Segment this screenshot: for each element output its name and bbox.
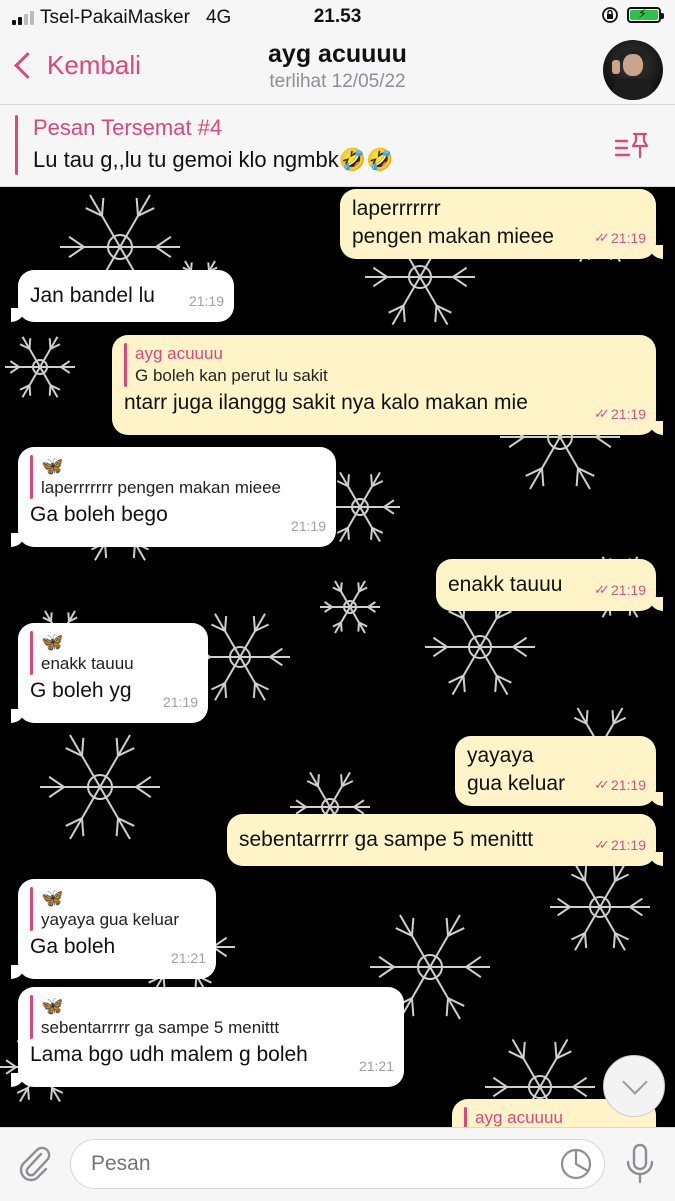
message-text: sebentarrrrr ga sampe 5 menittt bbox=[239, 828, 534, 851]
double-check-icon: ✓✓ bbox=[594, 230, 610, 245]
message-incoming[interactable]: 🦋 enakk tauuu G boleh yg 21:19 bbox=[11, 623, 208, 723]
chat-title-block[interactable]: ayg acuuuu terlihat 12/05/22 bbox=[0, 40, 675, 93]
message-time: 21:19 bbox=[162, 694, 198, 710]
message-outgoing[interactable]: laperrrrrrr pengen makan mieee ✓✓ 21:19 bbox=[340, 189, 663, 259]
double-check-icon: ✓✓ bbox=[594, 406, 610, 421]
pinned-text: Lu tau g,,lu tu gemoi klo ngmbk🤣🤣 bbox=[33, 147, 394, 172]
battery-icon: ⚡ bbox=[627, 6, 664, 23]
clock: 21.53 bbox=[313, 6, 362, 27]
pinned-message[interactable]: Pesan Tersemat #4 Lu tau g,,lu tu gemoi … bbox=[0, 105, 675, 187]
reply-text: laperrrrrrr pengen makan mieee bbox=[41, 478, 281, 497]
message-outgoing[interactable]: enakk tauuu ✓✓ 21:19 bbox=[436, 559, 663, 611]
message-incoming[interactable]: 🦋 sebentarrrrr ga sampe 5 menittt Lama b… bbox=[11, 987, 404, 1087]
message-time: 21:21 bbox=[358, 1058, 394, 1074]
reply-quote[interactable]: ayg acuuuu G boleh kan perut lu sakit bbox=[124, 343, 644, 387]
attach-icon[interactable] bbox=[16, 1142, 52, 1182]
reply-text: sebentarrrrr ga sampe 5 menittt bbox=[41, 1018, 280, 1037]
orientation-lock-icon bbox=[602, 7, 618, 23]
reply-author: 🦋 bbox=[41, 632, 64, 652]
composer-bar bbox=[0, 1127, 675, 1201]
chat-header: Kembali ayg acuuuu terlihat 12/05/22 bbox=[0, 36, 675, 105]
message-outgoing[interactable]: ayg acuuuu G boleh kan perut lu sakit nt… bbox=[112, 335, 663, 435]
message-meta: ✓✓ 21:19 bbox=[594, 831, 646, 859]
message-incoming[interactable]: 🦋 yayaya gua keluar Ga boleh 21:21 bbox=[11, 879, 216, 979]
message-text: yayaya bbox=[467, 744, 534, 767]
chat-area[interactable]: laperrrrrrr pengen makan mieee ✓✓ 21:19 J… bbox=[0, 187, 675, 1127]
scroll-down-icon bbox=[622, 1069, 648, 1095]
mic-icon[interactable] bbox=[623, 1143, 657, 1185]
reply-author: ayg acuuuu bbox=[475, 1108, 563, 1127]
message-incoming[interactable]: 🦋 laperrrrrrr pengen makan mieee Ga bole… bbox=[11, 447, 336, 547]
message-outgoing[interactable]: sebentarrrrr ga sampe 5 menittt ✓✓ 21:19 bbox=[227, 814, 663, 866]
message-meta: 21:21 bbox=[359, 1052, 394, 1080]
reply-author: 🦋 bbox=[41, 888, 64, 908]
pinned-bar bbox=[15, 115, 18, 175]
message-text: ntarr juga ilanggg sakit nya kalo makan … bbox=[124, 391, 528, 414]
pinned-title: Pesan Tersemat #4 bbox=[33, 115, 223, 140]
message-time: 21:19 bbox=[610, 837, 646, 853]
reply-quote[interactable]: 🦋 yayaya gua keluar bbox=[30, 887, 204, 931]
message-meta: 21:19 bbox=[163, 688, 198, 716]
reply-quote[interactable]: 🦋 enakk tauuu bbox=[30, 631, 196, 675]
reply-author: 🦋 bbox=[41, 456, 64, 476]
reply-text: yayaya gua keluar bbox=[41, 910, 179, 929]
message-time: 21:19 bbox=[610, 406, 646, 422]
status-bar: Tsel-PakaiMasker 4G 21.53 ⚡ bbox=[0, 0, 675, 36]
message-meta: 21:19 bbox=[291, 512, 326, 540]
reply-quote[interactable]: 🦋 sebentarrrrr ga sampe 5 menittt bbox=[30, 995, 392, 1039]
scroll-down-button[interactable] bbox=[603, 1055, 665, 1117]
message-time: 21:19 bbox=[188, 293, 224, 309]
message-meta: ✓✓ 21:19 bbox=[594, 224, 646, 252]
message-time: 21:19 bbox=[610, 777, 646, 793]
message-outgoing[interactable]: yayaya gua keluar ✓✓ 21:19 bbox=[455, 736, 663, 806]
reply-author: 🦋 bbox=[41, 996, 64, 1016]
message-time: 21:19 bbox=[610, 582, 646, 598]
last-seen: terlihat 12/05/22 bbox=[269, 71, 406, 92]
message-incoming[interactable]: Jan bandel lu 21:19 bbox=[11, 270, 234, 322]
message-text: Ga boleh bego bbox=[30, 503, 168, 526]
sticker-icon[interactable] bbox=[560, 1148, 592, 1180]
message-time: 21:19 bbox=[290, 518, 326, 534]
message-text: laperrrrrrr bbox=[352, 197, 441, 220]
double-check-icon: ✓✓ bbox=[594, 777, 610, 792]
message-text: Lama bgo udh malem g boleh bbox=[30, 1043, 308, 1066]
message-meta: 21:21 bbox=[171, 944, 206, 972]
reply-text: enakk tauuu bbox=[41, 654, 134, 673]
message-input[interactable] bbox=[70, 1139, 605, 1189]
chat-name: ayg acuuuu bbox=[268, 40, 407, 68]
double-check-icon: ✓✓ bbox=[594, 582, 610, 597]
message-meta: 21:19 bbox=[189, 287, 224, 315]
reply-author: ayg acuuuu bbox=[135, 344, 223, 363]
avatar[interactable] bbox=[603, 40, 663, 100]
message-time: 21:19 bbox=[610, 230, 646, 246]
pin-list-icon[interactable] bbox=[615, 131, 649, 161]
reply-quote[interactable]: 🦋 laperrrrrrr pengen makan mieee bbox=[30, 455, 324, 499]
reply-text: G boleh kan perut lu sakit bbox=[135, 366, 328, 385]
message-meta: ✓✓ 21:19 bbox=[594, 771, 646, 799]
message-meta: ✓✓ 21:19 bbox=[594, 576, 646, 604]
message-time: 21:21 bbox=[170, 950, 206, 966]
status-right: ⚡ bbox=[601, 6, 664, 24]
message-meta: ✓✓ 21:19 bbox=[594, 400, 646, 428]
double-check-icon: ✓✓ bbox=[594, 837, 610, 852]
